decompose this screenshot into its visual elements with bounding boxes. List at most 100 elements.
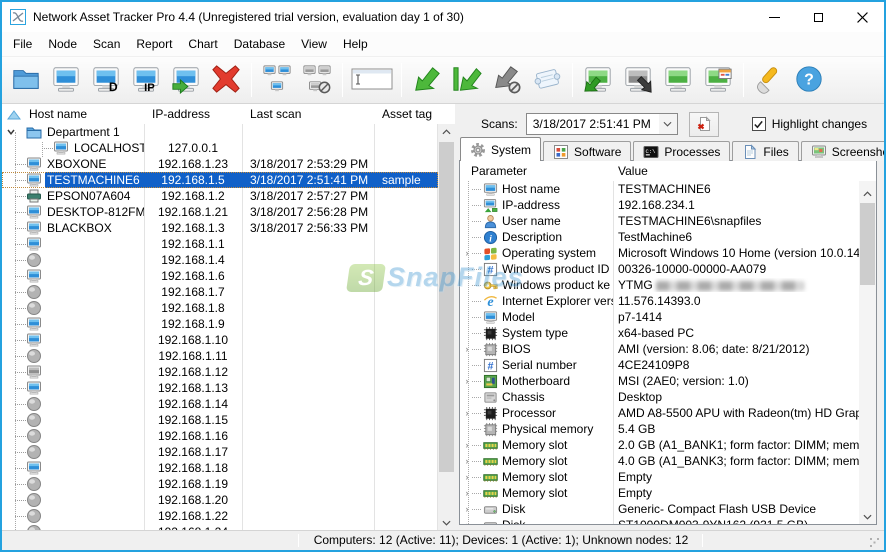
tree-row[interactable]: Department 1	[2, 124, 438, 140]
chevron-right-icon[interactable]: ›	[462, 376, 472, 386]
menu-database[interactable]: Database	[226, 34, 293, 54]
scan-network-button[interactable]	[257, 60, 297, 100]
parameter-row[interactable]: ›Operating systemMicrosoft Windows 10 Ho…	[460, 245, 859, 261]
parameter-row[interactable]: ›ProcessorAMD A8-5500 APU with Radeon(tm…	[460, 405, 859, 421]
parameter-row[interactable]: ›Memory slot2.0 GB (A1_BANK1; form facto…	[460, 437, 859, 453]
scroll-down-icon[interactable]	[438, 515, 455, 530]
menu-file[interactable]: File	[5, 34, 40, 54]
tree-row[interactable]: 192.168.1.1	[2, 236, 438, 252]
parameter-row[interactable]: iDescriptionTestMachine6	[460, 229, 859, 245]
tree-row[interactable]: EPSON07A604192.168.1.23/18/2017 2:57:27 …	[2, 188, 438, 204]
menu-view[interactable]: View	[293, 34, 335, 54]
parameter-row[interactable]: Physical memory5.4 GB	[460, 421, 859, 437]
menu-scan[interactable]: Scan	[85, 34, 128, 54]
minimize-button[interactable]	[752, 2, 796, 32]
parameter-row[interactable]: ›BIOSAMI (version: 8.06; date: 8/21/2012…	[460, 341, 859, 357]
delete-scan-button[interactable]	[689, 112, 719, 137]
scan-log-button[interactable]	[527, 60, 567, 100]
tab-screenshot[interactable]: Screenshot	[801, 141, 884, 161]
tree-row[interactable]: 192.168.1.4	[2, 252, 438, 268]
tab-system[interactable]: System	[460, 137, 541, 161]
header-parameter[interactable]: Parameter	[460, 164, 613, 178]
tree-row[interactable]: BLACKBOX192.168.1.33/18/2017 2:56:33 PM	[2, 220, 438, 236]
header-ip-address[interactable]: IP-address	[144, 104, 242, 124]
tree-row[interactable]: TESTMACHINE6192.168.1.53/18/2017 2:51:41…	[2, 172, 438, 188]
parameter-row[interactable]: System typex64-based PC	[460, 325, 859, 341]
stop-scan-button[interactable]	[487, 60, 527, 100]
header-host-name[interactable]: Host name	[2, 104, 144, 124]
highlight-changes-toggle[interactable]: Highlight changes	[752, 117, 867, 131]
scroll-up-icon[interactable]	[438, 124, 455, 139]
scan-select[interactable]: 3/18/2017 2:51:41 PM	[526, 113, 678, 135]
tree-row[interactable]: 192.168.1.7	[2, 284, 438, 300]
tree-row[interactable]: XBOXONE192.168.1.233/18/2017 2:53:29 PM	[2, 156, 438, 172]
scroll-down-icon[interactable]	[859, 509, 876, 524]
tree-row[interactable]: 192.168.1.22	[2, 508, 438, 524]
tree-row[interactable]: 192.168.1.18	[2, 460, 438, 476]
parameter-row[interactable]: User nameTESTMACHINE6\snapfiles	[460, 213, 859, 229]
chevron-down-icon[interactable]	[659, 114, 677, 134]
tree-row[interactable]: 192.168.1.17	[2, 444, 438, 460]
parameter-row[interactable]: Windows product keYTMG	[460, 277, 859, 293]
add-computer-by-ip-button[interactable]: IP	[126, 60, 166, 100]
add-computer-by-domain-button[interactable]: D	[86, 60, 126, 100]
header-value[interactable]: Value	[613, 164, 648, 178]
header-last-scan[interactable]: Last scan	[242, 104, 374, 124]
menu-chart[interactable]: Chart	[180, 34, 225, 54]
close-button[interactable]	[840, 2, 884, 32]
scan-network-offline-button[interactable]	[297, 60, 337, 100]
parameter-row[interactable]: Host nameTESTMACHINE6	[460, 181, 859, 197]
scroll-up-icon[interactable]	[859, 186, 876, 201]
parameter-row[interactable]: ChassisDesktop	[460, 389, 859, 405]
tree-row[interactable]: 192.168.1.11	[2, 348, 438, 364]
tab-software[interactable]: Software	[543, 141, 631, 161]
tree-row[interactable]: 192.168.1.19	[2, 476, 438, 492]
tree-row[interactable]: 192.168.1.13	[2, 380, 438, 396]
tree-row[interactable]: 192.168.1.16	[2, 428, 438, 444]
tree-row[interactable]: 192.168.1.15	[2, 412, 438, 428]
delete-node-button[interactable]	[206, 60, 246, 100]
chevron-right-icon[interactable]: ›	[462, 248, 472, 258]
tree-row[interactable]: 192.168.1.14	[2, 396, 438, 412]
menu-report[interactable]: Report	[128, 34, 180, 54]
parameter-row[interactable]: ›Memory slotEmpty	[460, 485, 859, 501]
parameter-row[interactable]: ›MotherboardMSI (2AE0; version: 1.0)	[460, 373, 859, 389]
resize-grip[interactable]	[870, 538, 872, 540]
parameter-row[interactable]: ›DiskST1000DM003-9YN162 (931.5 GB)	[460, 517, 859, 524]
rescan-all-button[interactable]	[447, 60, 487, 100]
parameter-row[interactable]: #Serial number4CE24109P8	[460, 357, 859, 373]
parameter-row[interactable]: IP-address192.168.234.1	[460, 197, 859, 213]
remote-screen-button[interactable]	[658, 60, 698, 100]
details-scrollbar[interactable]	[859, 181, 876, 524]
tree-row[interactable]: LOCALHOST127.0.0.1	[2, 140, 438, 156]
chevron-right-icon[interactable]: ›	[462, 344, 472, 354]
tree-row[interactable]: DESKTOP-812FMC192.168.1.213/18/2017 2:56…	[2, 204, 438, 220]
parameter-row[interactable]: ›Memory slot4.0 GB (A1_BANK3; form facto…	[460, 453, 859, 469]
remote-shutdown-button[interactable]	[618, 60, 658, 100]
tree-row[interactable]: 192.168.1.8	[2, 300, 438, 316]
tree-scrollbar[interactable]	[438, 124, 455, 530]
chevron-right-icon[interactable]: ›	[462, 408, 472, 418]
help-button[interactable]: ?	[789, 60, 829, 100]
parameter-row[interactable]: eInternet Explorer vers11.576.14393.0	[460, 293, 859, 309]
chevron-right-icon[interactable]: ›	[462, 520, 472, 524]
header-asset-tag[interactable]: Asset tag	[374, 104, 438, 124]
chevron-right-icon[interactable]: ›	[462, 456, 472, 466]
chevron-right-icon[interactable]: ›	[462, 472, 472, 482]
tree-row[interactable]: 192.168.1.9	[2, 316, 438, 332]
tree-row[interactable]: 192.168.1.6	[2, 268, 438, 284]
tree-scroll-thumb[interactable]	[439, 142, 454, 472]
parameter-row[interactable]: Modelp7-1414	[460, 309, 859, 325]
maximize-button[interactable]	[796, 2, 840, 32]
tree-row[interactable]: 192.168.1.12	[2, 364, 438, 380]
remote-control-on-button[interactable]	[578, 60, 618, 100]
scan-ip-range-button[interactable]	[348, 60, 396, 100]
tab-files[interactable]: Files	[732, 141, 798, 161]
details-scroll-thumb[interactable]	[860, 203, 875, 285]
chevron-right-icon[interactable]: ›	[462, 504, 472, 514]
checkbox-icon[interactable]	[752, 117, 766, 131]
chevron-down-icon[interactable]	[2, 124, 26, 140]
import-computers-button[interactable]	[166, 60, 206, 100]
send-message-button[interactable]	[698, 60, 738, 100]
open-database-button[interactable]	[6, 60, 46, 100]
